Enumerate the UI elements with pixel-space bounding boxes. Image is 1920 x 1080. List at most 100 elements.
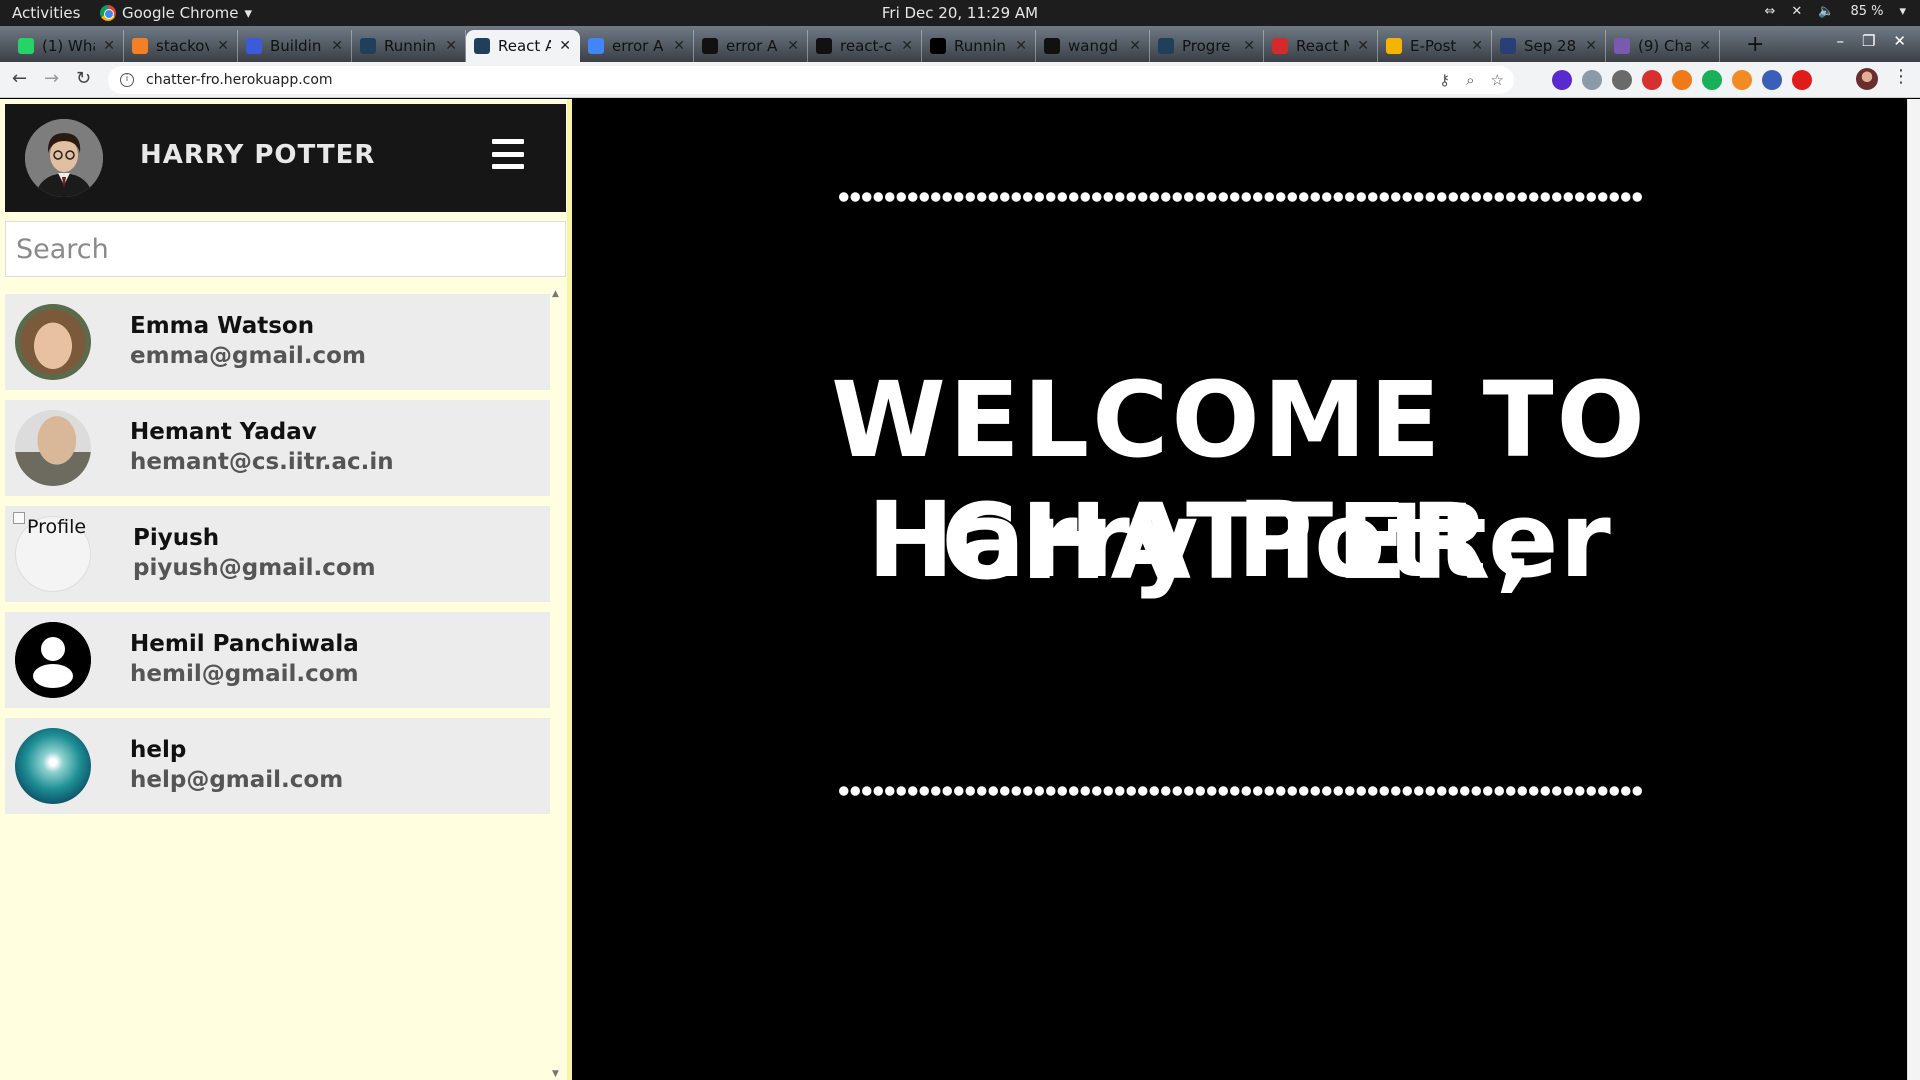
tab-title: (1) Wha <box>42 37 95 55</box>
extension-icon[interactable] <box>1612 70 1632 90</box>
page-scrollbar[interactable] <box>1907 99 1920 1080</box>
chatter-app: HARRY POTTER ▲ Emma Watson emma@gmail.co… <box>0 99 1920 1080</box>
bluetooth-off-icon: ✕ <box>1791 4 1803 19</box>
close-tab-icon[interactable]: ✕ <box>1585 38 1597 54</box>
contact-item[interactable]: Profile Piyush piyush@gmail.com <box>5 506 550 602</box>
contact-email: piyush@gmail.com <box>133 555 376 581</box>
contact-email: hemant@cs.iitr.ac.in <box>130 449 394 475</box>
browser-tab[interactable]: wangd ✕ <box>1036 30 1150 62</box>
extension-icons <box>1552 70 1812 90</box>
browser-tab[interactable]: stackov ✕ <box>124 30 238 62</box>
contact-item[interactable]: Emma Watson emma@gmail.com <box>5 294 550 390</box>
browser-tab[interactable]: error A ✕ <box>580 30 694 62</box>
forward-icon[interactable]: → <box>44 68 59 89</box>
back-icon[interactable]: ← <box>12 68 27 89</box>
react-icon <box>1158 38 1174 54</box>
network-icon: ⇔ <box>1764 4 1776 19</box>
avatar[interactable] <box>25 119 103 197</box>
bookmark-star-icon[interactable]: ☆ <box>1491 71 1504 89</box>
tab-title: stackov <box>156 37 210 55</box>
close-tab-icon[interactable]: ✕ <box>331 38 343 54</box>
contact-name: Hemil Panchiwala <box>130 631 359 657</box>
kebab-menu-icon[interactable]: ⋮ <box>1892 66 1910 87</box>
welcome-panel: WELCOME TO CHATTER, Harry Potter <box>572 99 1907 1080</box>
reload-icon[interactable]: ↻ <box>76 68 91 89</box>
react-icon <box>360 38 376 54</box>
close-tab-icon[interactable]: ✕ <box>901 38 913 54</box>
close-tab-icon[interactable]: ✕ <box>559 38 571 54</box>
codesandbox-icon <box>246 38 262 54</box>
close-tab-icon[interactable]: ✕ <box>1015 38 1027 54</box>
os-top-bar: Activities Google Chrome ▾ Fri Dec 20, 1… <box>0 0 1920 26</box>
grammarly-icon[interactable] <box>1702 70 1722 90</box>
browser-tab[interactable]: Buildin ✕ <box>238 30 352 62</box>
scroll-up-arrow-icon[interactable]: ▲ <box>552 289 559 299</box>
tab-title: Runnin <box>384 37 436 55</box>
system-tray[interactable]: ⇔ ✕ 🔈 85 % ▾ <box>1764 4 1906 19</box>
github-icon <box>1044 38 1060 54</box>
site-info-icon[interactable]: i <box>120 73 134 87</box>
browser-tab[interactable]: (1) Wha ✕ <box>10 30 124 62</box>
close-tab-icon[interactable]: ✕ <box>1699 38 1711 54</box>
contact-email: help@gmail.com <box>130 767 344 793</box>
close-tab-icon[interactable]: ✕ <box>103 38 115 54</box>
close-tab-icon[interactable]: ✕ <box>787 38 799 54</box>
browser-tab[interactable]: Runnin ✕ <box>352 30 466 62</box>
browser-tab[interactable]: Runnin ✕ <box>922 30 1036 62</box>
tab-title: Buildin <box>270 37 322 55</box>
close-tab-icon[interactable]: ✕ <box>673 38 685 54</box>
key-icon[interactable]: ⚷ <box>1439 71 1450 89</box>
extension-icon[interactable] <box>1552 70 1572 90</box>
close-tab-icon[interactable]: ✕ <box>1129 38 1141 54</box>
close-tab-icon[interactable]: ✕ <box>1471 38 1483 54</box>
contact-item[interactable]: help help@gmail.com <box>5 718 550 814</box>
close-icon[interactable]: ✕ <box>1893 32 1906 50</box>
avatar <box>15 304 91 380</box>
scroll-down-arrow-icon[interactable]: ▼ <box>552 1069 559 1079</box>
new-tab-button[interactable]: + <box>1746 32 1764 57</box>
metamask-icon[interactable] <box>1732 70 1752 90</box>
close-tab-icon[interactable]: ✕ <box>217 38 229 54</box>
hamburger-menu-icon[interactable] <box>492 139 524 169</box>
extension-icon[interactable] <box>1582 70 1602 90</box>
github-icon <box>702 38 718 54</box>
minimize-icon[interactable]: – <box>1836 32 1844 50</box>
close-tab-icon[interactable]: ✕ <box>1357 38 1369 54</box>
zoom-icon[interactable]: ⌕ <box>1466 71 1474 89</box>
browser-tab[interactable]: Sep 28 ✕ <box>1492 30 1606 62</box>
current-user-name: HARRY POTTER <box>140 140 376 170</box>
extension-icon[interactable] <box>1642 70 1662 90</box>
contact-name: Piyush <box>133 525 220 551</box>
medium-icon <box>930 38 946 54</box>
url-text[interactable]: chatter-fro.herokuapp.com <box>146 72 333 88</box>
browser-tab[interactable]: (9) Cha ✕ <box>1606 30 1720 62</box>
default-user-icon <box>15 622 91 698</box>
address-bar[interactable]: i chatter-fro.herokuapp.com ⚷ ⌕ ☆ <box>108 66 1514 94</box>
browser-toolbar: ← → ↻ i chatter-fro.herokuapp.com ⚷ ⌕ ☆ … <box>0 62 1920 98</box>
contact-item[interactable]: Hemil Panchiwala hemil@gmail.com <box>5 612 550 708</box>
contact-email: hemil@gmail.com <box>130 661 359 687</box>
browser-tab[interactable]: React N ✕ <box>1264 30 1378 62</box>
extension-icon[interactable] <box>1762 70 1782 90</box>
browser-profile-avatar[interactable] <box>1856 68 1878 90</box>
contact-list: Emma Watson emma@gmail.com Hemant Yadav … <box>5 294 550 1080</box>
browser-tab[interactable]: Progre ✕ <box>1150 30 1264 62</box>
close-tab-icon[interactable]: ✕ <box>1243 38 1255 54</box>
contact-item[interactable]: Hemant Yadav hemant@cs.iitr.ac.in <box>5 400 550 496</box>
tab-list: (1) Wha✕stackov✕Buildin✕Runnin✕React A✕e… <box>10 30 1720 62</box>
maximize-icon[interactable]: ❐ <box>1862 32 1875 50</box>
extension-icon[interactable] <box>1792 70 1812 90</box>
browser-tab[interactable]: React A ✕ <box>466 30 580 62</box>
search-input[interactable] <box>6 222 565 276</box>
tab-title: Sep 28 <box>1524 37 1577 55</box>
browser-tab[interactable]: E-Post ✕ <box>1378 30 1492 62</box>
system-clock[interactable]: Fri Dec 20, 11:29 AM <box>0 4 1920 22</box>
browser-tab[interactable]: error A ✕ <box>694 30 808 62</box>
browser-tab[interactable]: react-c ✕ <box>808 30 922 62</box>
google-icon <box>588 38 604 54</box>
tab-title: react-c <box>840 37 893 55</box>
extension-icon[interactable] <box>1672 70 1692 90</box>
broken-image-icon <box>13 512 25 524</box>
close-tab-icon[interactable]: ✕ <box>445 38 457 54</box>
tab-title: Runnin <box>954 37 1006 55</box>
